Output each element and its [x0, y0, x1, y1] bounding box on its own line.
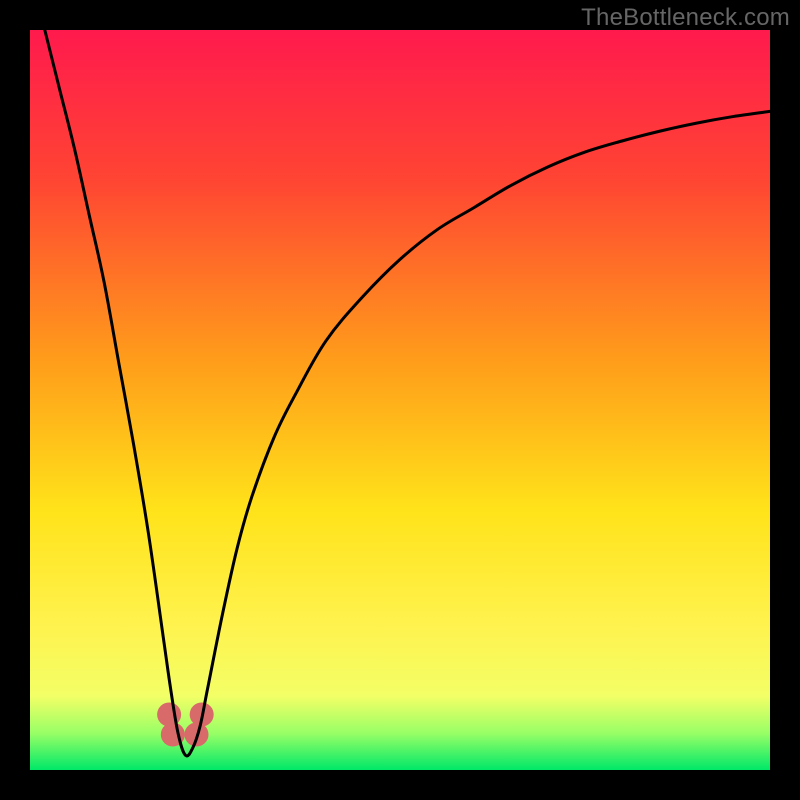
- plot-area: [30, 30, 770, 770]
- watermark-label: TheBottleneck.com: [581, 4, 790, 32]
- bottleneck-curve: [45, 30, 770, 756]
- chart-frame: TheBottleneck.com: [0, 0, 800, 800]
- curve-layer: [30, 30, 770, 770]
